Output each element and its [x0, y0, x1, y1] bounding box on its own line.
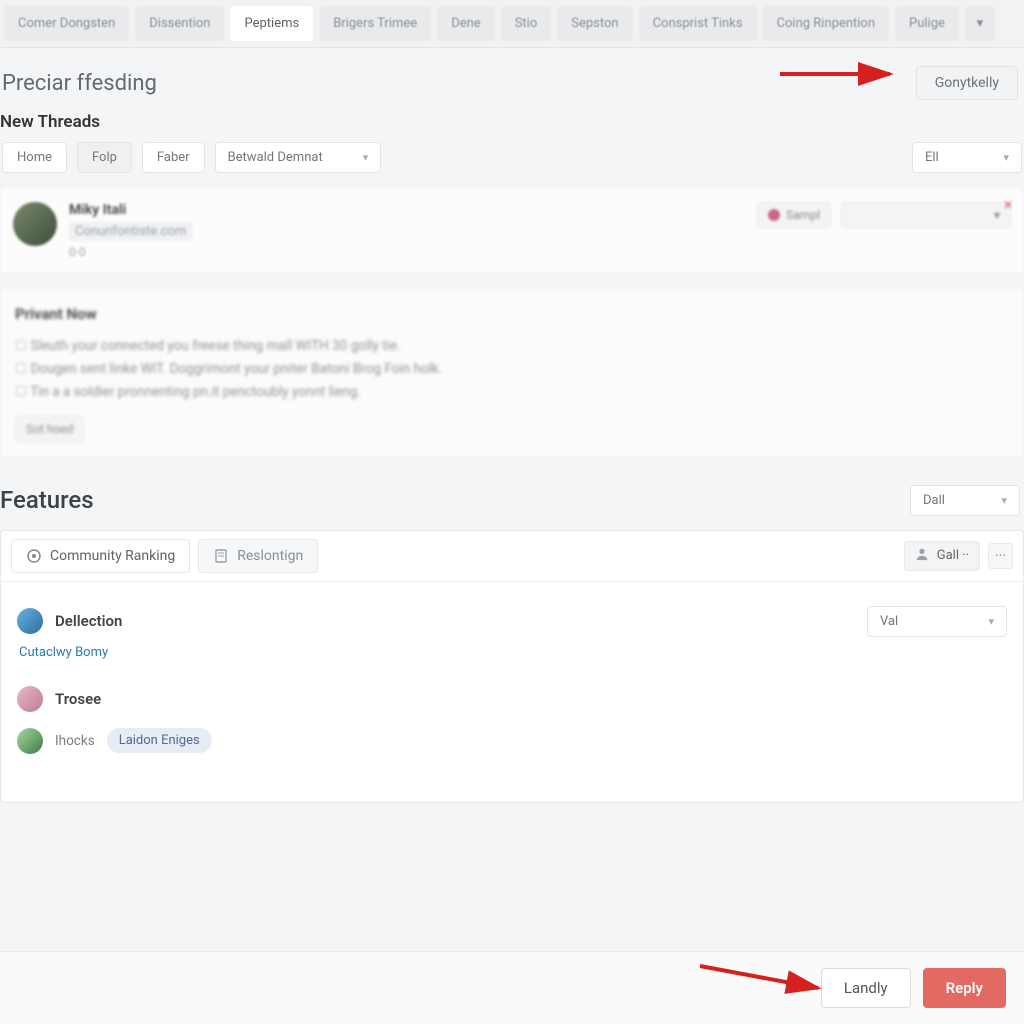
tab-more[interactable]: ▾	[965, 6, 995, 41]
user-dot-icon	[768, 209, 780, 221]
right-select-label: Ell	[925, 150, 939, 165]
close-icon[interactable]: ✕	[1003, 198, 1013, 212]
tab-reslontign[interactable]: Reslontign	[198, 539, 318, 573]
footer-primary-button[interactable]: Reply	[923, 968, 1006, 1008]
chevron-down-icon: ▾	[994, 208, 1000, 222]
tab-reslontign-label: Reslontign	[237, 548, 303, 564]
feature-name: Dellection	[55, 612, 122, 630]
tab-5[interactable]: Stio	[501, 6, 552, 41]
user-icon	[915, 547, 929, 565]
panel-tabs: Community Ranking Reslontign Gall ·· ···	[1, 531, 1023, 582]
feature-val-select-label: Val	[880, 614, 898, 629]
right-select[interactable]: Ell ▾	[912, 142, 1022, 173]
chevron-down-icon: ▾	[363, 151, 369, 164]
private-line-1: Dougen sent linke WIT. Doggrimont your p…	[15, 358, 1009, 381]
avatar	[13, 202, 57, 246]
feature-row-dellection: Dellection Val ▾	[17, 598, 1007, 645]
tab-1[interactable]: Dissention	[135, 6, 224, 41]
avatar	[17, 608, 43, 634]
tab-9[interactable]: Pulige	[895, 6, 959, 41]
avatar	[17, 728, 43, 754]
private-now-heading: Privant Now	[15, 305, 1009, 323]
annotation-arrow-bottom	[700, 958, 840, 998]
top-tabbar: Comer Dongsten Dissention Peptiems Brige…	[0, 0, 1024, 48]
thread-meta: 0·0	[69, 245, 745, 259]
avatar	[17, 686, 43, 712]
tab-8[interactable]: Coing Rinpention	[763, 6, 889, 41]
filter-folp[interactable]: Folp	[77, 142, 132, 173]
thread-author: Miky Itali	[69, 202, 745, 218]
features-panel: Community Ranking Reslontign Gall ·· ···…	[0, 530, 1024, 803]
feature-subtitle-link[interactable]: Cutaclwy Bomy	[17, 645, 1007, 660]
chevron-down-icon: ▾	[1003, 151, 1009, 164]
tab-7[interactable]: Consprist Tinks	[639, 6, 757, 41]
panel-user-chip[interactable]: Gall ··	[904, 541, 980, 571]
tab-6[interactable]: Sepston	[557, 6, 632, 41]
target-icon	[26, 548, 42, 564]
thread-domain: Conurifontiste.com	[69, 222, 192, 241]
feature-tag[interactable]: Laidon Eniges	[107, 728, 212, 753]
thread-dropdown[interactable]: ▾	[841, 202, 1011, 228]
filter-faber[interactable]: Faber	[142, 142, 205, 173]
filter-home[interactable]: Home	[2, 142, 67, 173]
panel-more-button[interactable]: ···	[988, 543, 1013, 569]
chevron-down-icon: ▾	[988, 615, 994, 628]
new-threads-heading: New Threads	[0, 108, 1024, 142]
tab-4[interactable]: Dene	[437, 6, 495, 41]
panel-user-chip-label: Gall ··	[937, 548, 969, 563]
feature-name: Trosee	[55, 690, 101, 708]
thread-card[interactable]: Miky Itali Conurifontiste.com 0·0 Sampl …	[0, 187, 1024, 274]
features-heading: Features	[0, 486, 94, 514]
private-now-button[interactable]: Sot hoed	[15, 416, 84, 442]
page-title: Preciar ffesding	[2, 71, 157, 96]
feature-row-ihocks: Ihocks Laidon Eniges	[17, 720, 1007, 762]
private-line-2: Tin a a soldier pronnenting pn.it pencto…	[15, 381, 1009, 404]
thread-chip[interactable]: Sampl	[757, 202, 831, 228]
private-line-0: Sleuth your connected you freese thing m…	[15, 335, 1009, 358]
note-icon	[213, 548, 229, 564]
feature-val-select[interactable]: Val ▾	[867, 606, 1007, 637]
chevron-down-icon: ▾	[1001, 494, 1007, 507]
feature-row-trosee: Trosee	[17, 678, 1007, 720]
private-now-block: Privant Now Sleuth your connected you fr…	[0, 288, 1024, 457]
features-right-select-label: Dall	[923, 493, 945, 508]
sort-select-label: Betwald Demnat	[228, 150, 323, 165]
new-threads-filter-row: Home Folp Faber Betwald Demnat ▾ Ell ▾	[0, 142, 1024, 187]
tab-community-ranking[interactable]: Community Ranking	[11, 539, 190, 573]
tab-community-ranking-label: Community Ranking	[50, 548, 175, 564]
tab-3[interactable]: Brigers Trimee	[319, 6, 431, 41]
footer: Landly Reply	[0, 951, 1024, 1024]
thread-chip-label: Sampl	[786, 208, 820, 222]
sort-select[interactable]: Betwald Demnat ▾	[215, 142, 382, 173]
feature-text: Ihocks	[55, 733, 95, 749]
top-right-button[interactable]: Gonytkelly	[916, 66, 1018, 100]
tab-0[interactable]: Comer Dongsten	[4, 6, 129, 41]
annotation-arrow-top	[780, 62, 910, 86]
features-right-select[interactable]: Dall ▾	[910, 485, 1020, 516]
tab-2[interactable]: Peptiems	[230, 6, 313, 41]
